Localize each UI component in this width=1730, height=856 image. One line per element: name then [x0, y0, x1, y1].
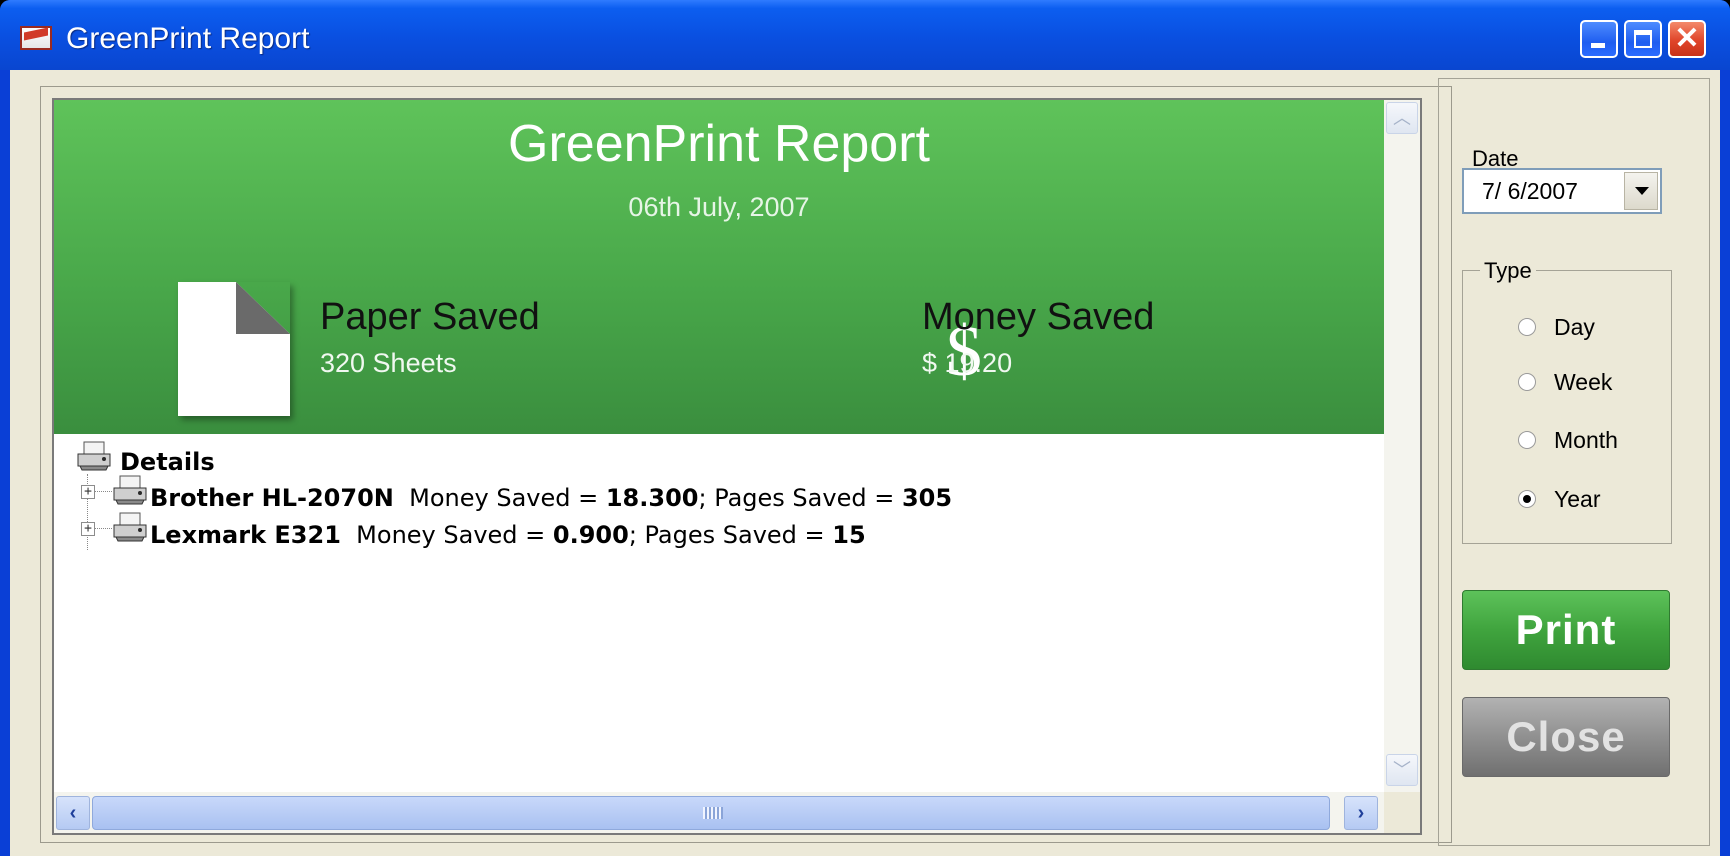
app-icon: [20, 26, 52, 50]
paper-saved-value: 320 Sheets: [320, 348, 457, 378]
close-icon: ✕: [1674, 22, 1700, 55]
pages-value: 305: [901, 484, 953, 512]
scroll-left-icon[interactable]: ‹: [56, 796, 90, 830]
radio-week[interactable]: [1518, 373, 1536, 391]
maximize-button[interactable]: [1624, 20, 1662, 58]
date-picker[interactable]: 7/ 6/2007: [1462, 168, 1662, 214]
title-bar[interactable]: GreenPrint Report ✕: [0, 0, 1730, 70]
printer-name: Lexmark E321: [150, 521, 341, 549]
print-button[interactable]: Print: [1462, 590, 1670, 670]
money-label: Money Saved =: [356, 521, 553, 549]
radio-month-label[interactable]: Month: [1554, 427, 1618, 454]
expand-lexmark-icon[interactable]: +: [81, 522, 95, 536]
tree-row-brother[interactable]: Brother HL-2070N Money Saved = 18.300; P…: [150, 484, 952, 512]
tree-row-lexmark[interactable]: Lexmark E321 Money Saved = 0.900; Pages …: [150, 521, 866, 549]
tree-connector: [94, 528, 112, 529]
vertical-scrollbar[interactable]: ︿ ﹀: [1384, 100, 1420, 792]
close-window-button[interactable]: ✕: [1668, 20, 1706, 58]
maximize-icon: [1634, 30, 1652, 48]
paper-icon: [178, 282, 290, 416]
expand-brother-icon[interactable]: +: [81, 485, 95, 499]
report-title: GreenPrint Report: [508, 115, 930, 173]
printer-icon: [113, 475, 147, 505]
radio-day[interactable]: [1518, 318, 1536, 336]
radio-month[interactable]: [1518, 431, 1536, 449]
scroll-right-icon[interactable]: ›: [1344, 796, 1378, 830]
chevron-down-icon[interactable]: [1624, 172, 1658, 210]
close-button[interactable]: Close: [1462, 697, 1670, 777]
pages-label: ; Pages Saved =: [628, 521, 833, 549]
report-date: 06th July, 2007: [628, 192, 810, 222]
minimize-icon: [1591, 43, 1605, 48]
scroll-up-icon[interactable]: ︿: [1386, 102, 1418, 134]
pages-label: ; Pages Saved =: [698, 484, 902, 512]
printer-icon: [77, 441, 111, 471]
date-value: 7/ 6/2007: [1482, 178, 1578, 204]
horizontal-scroll-thumb[interactable]: [92, 796, 1330, 830]
report-banner: GreenPrint Report 06th July, 2007 Paper …: [54, 100, 1384, 434]
scroll-down-icon[interactable]: ﹀: [1386, 754, 1418, 786]
money-value: 18.300: [605, 484, 699, 512]
horizontal-scrollbar[interactable]: ‹ ›: [54, 792, 1384, 833]
radio-week-label[interactable]: Week: [1554, 369, 1612, 396]
printer-name: Brother HL-2070N: [150, 484, 394, 512]
report-view: GreenPrint Report 06th July, 2007 Paper …: [52, 98, 1422, 835]
tree-connector: [94, 491, 112, 492]
details-heading: Details: [120, 448, 215, 476]
window-title: GreenPrint Report: [66, 22, 310, 55]
scroll-grip-icon: [703, 807, 723, 819]
type-label: Type: [1480, 258, 1536, 284]
money-value: 0.900: [552, 521, 629, 549]
paper-saved-title: Paper Saved: [320, 296, 540, 338]
details-tree: Details + Brother HL-2070N Money Saved =…: [54, 434, 1384, 794]
money-saved-value: $ 19.20: [922, 348, 1013, 378]
minimize-button[interactable]: [1580, 20, 1618, 58]
radio-year-label[interactable]: Year: [1554, 486, 1600, 513]
report-window: GreenPrint Report ✕ GreenPrint Report 06…: [0, 0, 1730, 856]
printer-icon: [113, 512, 147, 542]
scroll-corner: [1384, 792, 1420, 833]
pages-value: 15: [832, 521, 866, 549]
money-label: Money Saved =: [409, 484, 606, 512]
money-saved-title: Money Saved: [922, 296, 1155, 338]
radio-year[interactable]: [1518, 490, 1536, 508]
radio-day-label[interactable]: Day: [1554, 314, 1595, 341]
